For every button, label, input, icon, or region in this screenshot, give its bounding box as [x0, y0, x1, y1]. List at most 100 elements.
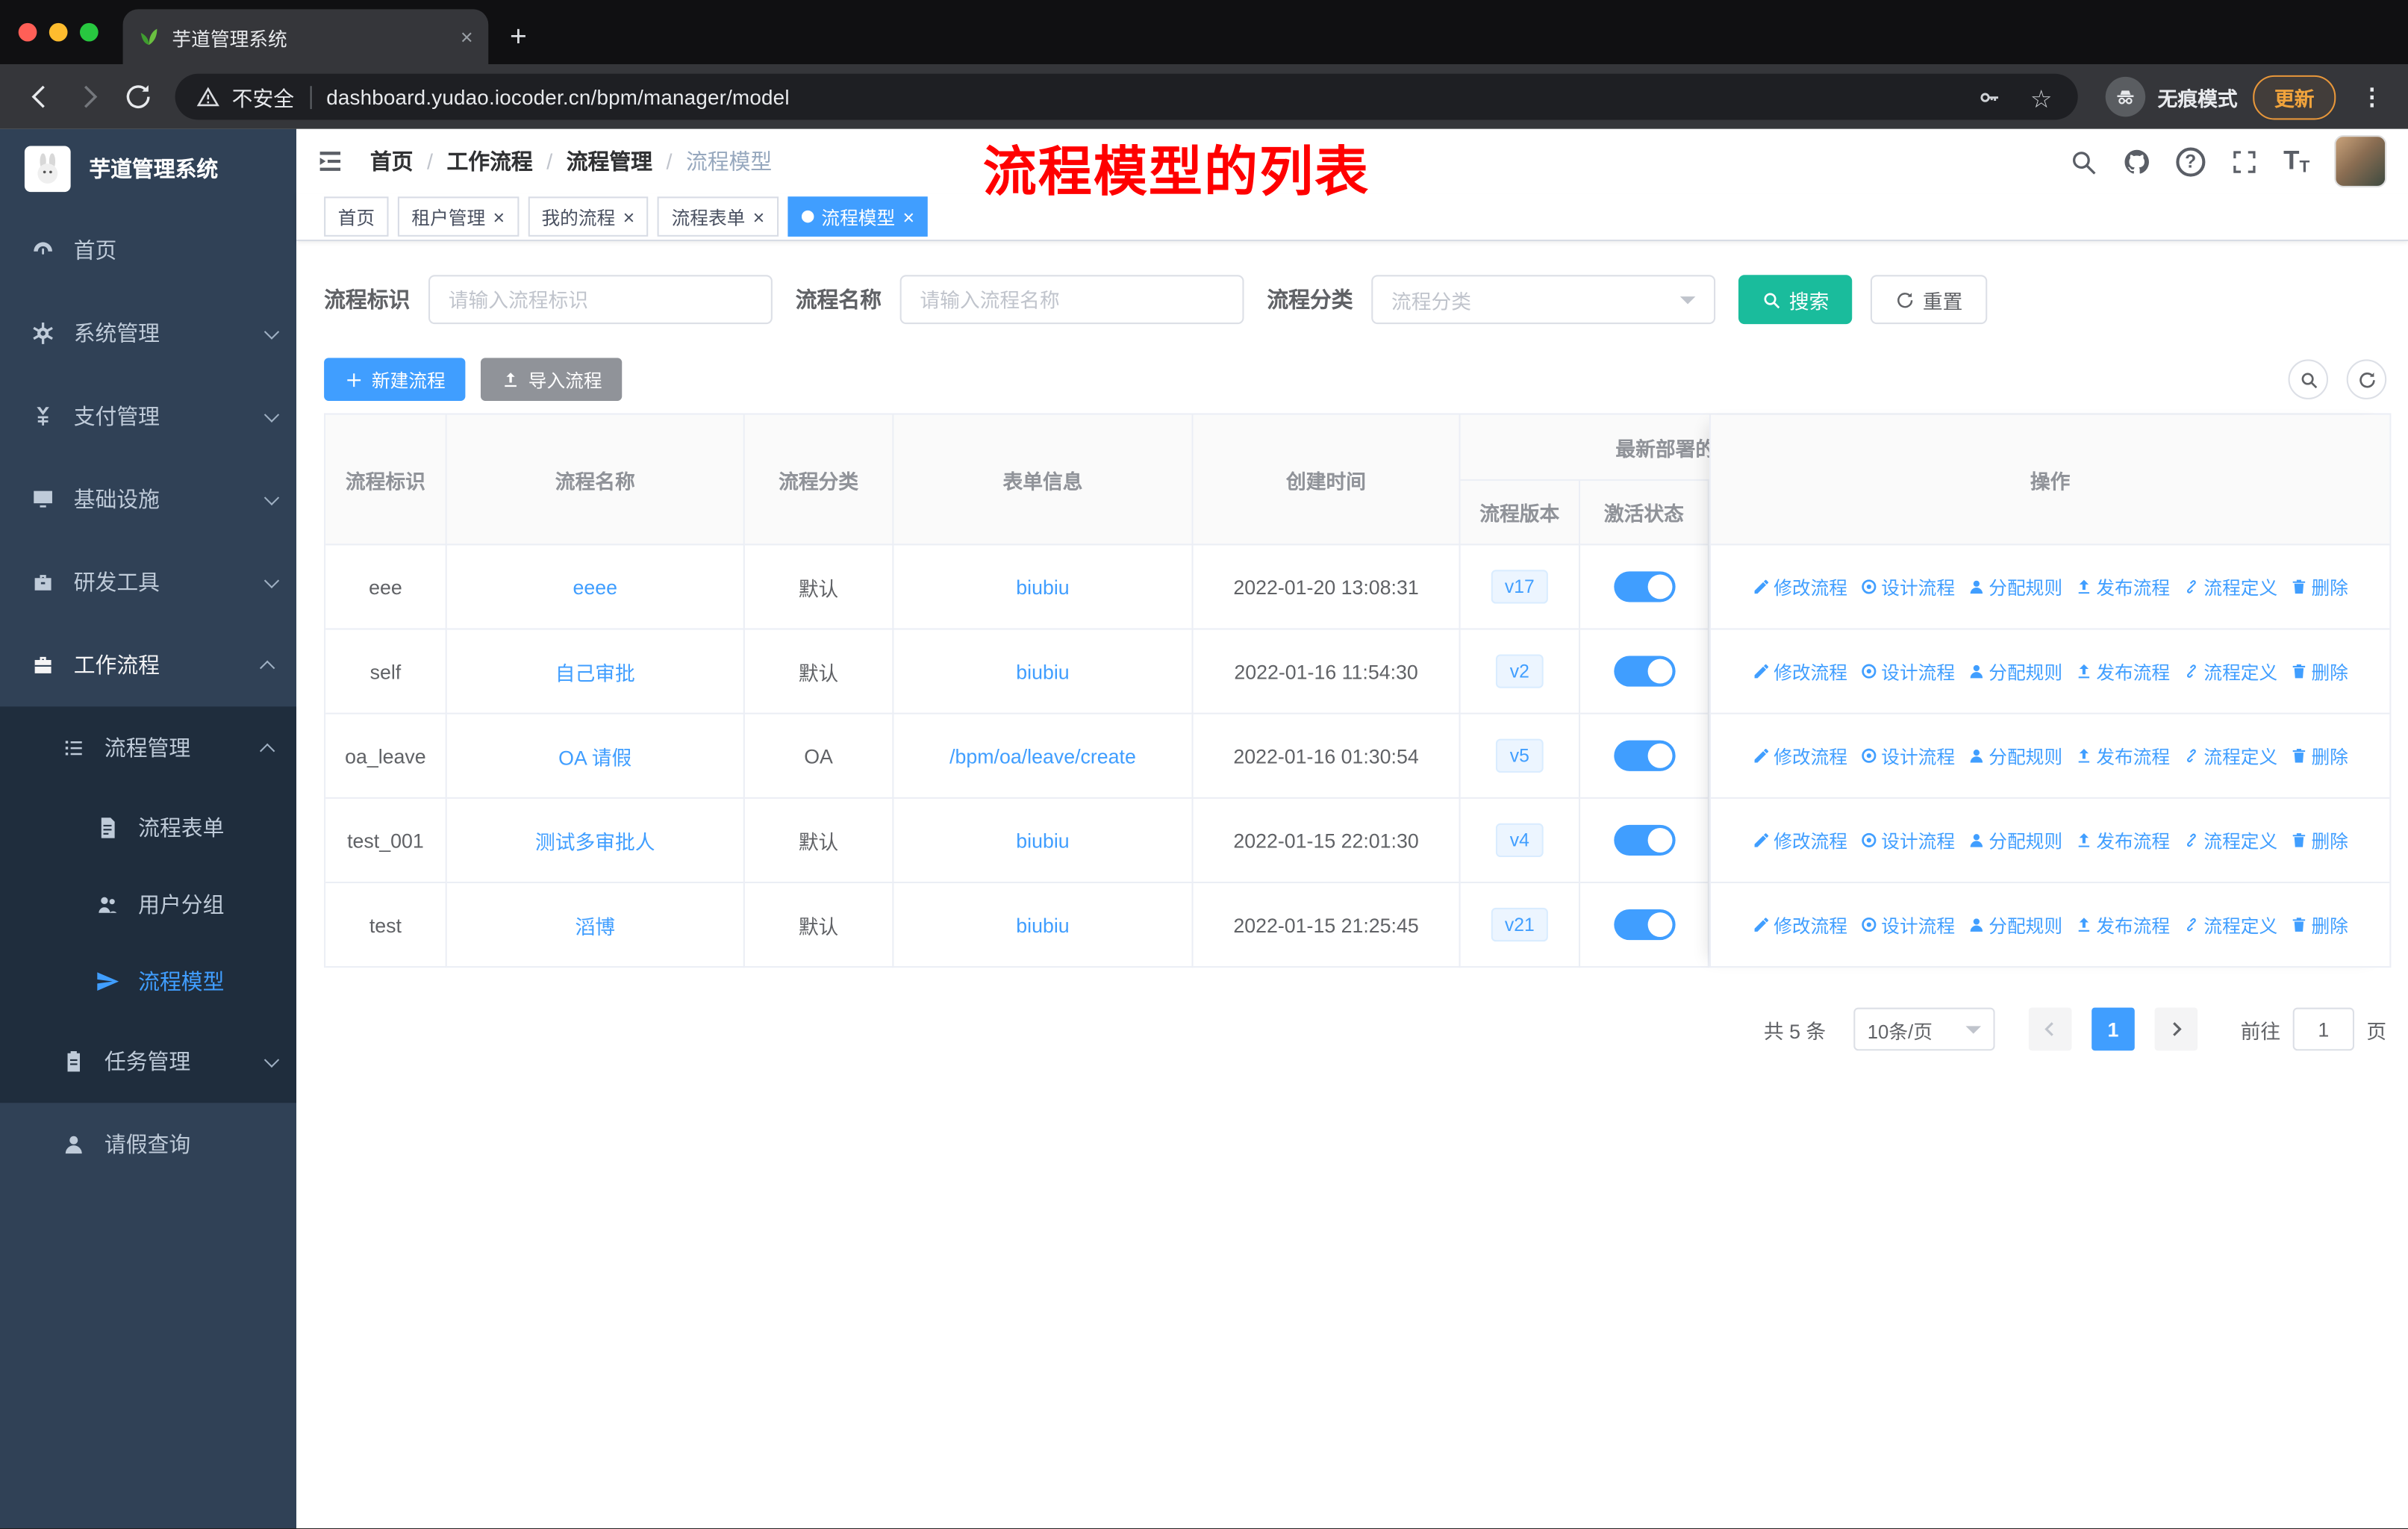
sidebar-item-devtools[interactable]: 研发工具 [0, 541, 296, 623]
op-definition-link[interactable]: 流程定义 [2183, 827, 2277, 853]
op-modify-link[interactable]: 修改流程 [1752, 658, 1847, 685]
form-link[interactable]: /bpm/oa/leave/create [949, 744, 1136, 767]
new-tab-button[interactable] [510, 22, 527, 55]
sidebar-item-home[interactable]: 首页 [0, 209, 296, 292]
process-id-input[interactable] [428, 275, 773, 325]
app-logo[interactable]: 芋道管理系统 [0, 129, 296, 209]
sidebar-item-workflow[interactable]: 工作流程 [0, 623, 296, 706]
password-key-icon[interactable] [1977, 84, 2003, 110]
sidebar-item-user-group[interactable]: 用户分组 [0, 866, 296, 943]
op-definition-link[interactable]: 流程定义 [2183, 743, 2277, 769]
model-name-link[interactable]: 测试多审批人 [535, 826, 655, 855]
op-design-link[interactable]: 设计流程 [1859, 658, 1955, 685]
sidebar-item-system[interactable]: 系统管理 [0, 292, 296, 375]
help-icon[interactable] [2176, 146, 2206, 176]
browser-menu-icon[interactable] [2360, 83, 2383, 110]
close-icon[interactable] [902, 207, 914, 227]
op-assign-link[interactable]: 分配规则 [1967, 573, 2062, 600]
op-publish-link[interactable]: 发布流程 [2075, 658, 2170, 685]
breadcrumb-home[interactable]: 首页 [370, 146, 414, 176]
sidebar-toggle-icon[interactable] [315, 146, 346, 176]
op-publish-link[interactable]: 发布流程 [2075, 827, 2170, 853]
form-link[interactable]: biubiu [1016, 829, 1069, 852]
op-assign-link[interactable]: 分配规则 [1967, 912, 2062, 938]
font-size-icon[interactable] [2283, 146, 2309, 176]
browser-tab[interactable]: 芋道管理系统 [122, 9, 489, 65]
op-definition-link[interactable]: 流程定义 [2183, 912, 2277, 938]
sidebar-item-process-management[interactable]: 流程管理 [0, 706, 296, 789]
op-delete-link[interactable]: 删除 [2290, 573, 2348, 600]
op-publish-link[interactable]: 发布流程 [2075, 573, 2170, 600]
forward-icon[interactable] [74, 81, 105, 112]
active-toggle[interactable] [1613, 740, 1675, 771]
search-icon[interactable] [2068, 146, 2097, 175]
op-assign-link[interactable]: 分配规则 [1967, 827, 2062, 853]
process-name-input[interactable] [899, 275, 1244, 325]
tag-process-form[interactable]: 流程表单 [658, 196, 779, 237]
user-avatar[interactable] [2334, 135, 2387, 188]
op-modify-link[interactable]: 修改流程 [1752, 573, 1847, 600]
op-assign-link[interactable]: 分配规则 [1967, 658, 2062, 685]
sidebar-item-task-management[interactable]: 任务管理 [0, 1020, 296, 1103]
op-design-link[interactable]: 设计流程 [1859, 743, 1955, 769]
op-definition-link[interactable]: 流程定义 [2183, 658, 2277, 685]
url-bar[interactable]: 不安全 dashboard.yudao.iocoder.cn/bpm/manag… [175, 73, 2078, 120]
sidebar-item-process-model[interactable]: 流程模型 [0, 943, 296, 1020]
window-close-button[interactable] [18, 22, 37, 42]
model-name-link[interactable]: OA 请假 [558, 741, 631, 770]
search-button[interactable]: 搜索 [1738, 275, 1853, 325]
op-delete-link[interactable]: 删除 [2290, 912, 2348, 938]
breadcrumb-workflow[interactable]: 工作流程 [446, 146, 532, 176]
github-icon[interactable] [2122, 146, 2151, 175]
refresh-table-button[interactable] [2346, 359, 2387, 399]
breadcrumb-process-management[interactable]: 流程管理 [567, 146, 652, 176]
close-icon[interactable] [623, 207, 635, 227]
window-zoom-button[interactable] [79, 22, 99, 42]
form-link[interactable]: biubiu [1016, 913, 1069, 936]
security-label[interactable]: 不安全 [232, 81, 294, 112]
op-publish-link[interactable]: 发布流程 [2075, 912, 2170, 938]
process-category-select[interactable]: 流程分类 [1371, 275, 1716, 325]
goto-page-input[interactable] [2292, 1007, 2354, 1051]
reset-button[interactable]: 重置 [1870, 275, 1988, 325]
close-icon[interactable] [753, 207, 765, 227]
tag-process-model[interactable]: 流程模型 [787, 196, 929, 237]
prev-page-button[interactable] [2028, 1007, 2072, 1051]
bookmark-star-icon[interactable] [2030, 84, 2056, 110]
tag-my-process[interactable]: 我的流程 [527, 196, 649, 237]
op-modify-link[interactable]: 修改流程 [1752, 827, 1847, 853]
active-toggle[interactable] [1613, 824, 1675, 856]
import-process-button[interactable]: 导入流程 [480, 358, 623, 401]
sidebar-item-process-form[interactable]: 流程表单 [0, 790, 296, 867]
op-modify-link[interactable]: 修改流程 [1752, 743, 1847, 769]
form-link[interactable]: biubiu [1016, 660, 1069, 683]
op-assign-link[interactable]: 分配规则 [1967, 743, 2062, 769]
form-link[interactable]: biubiu [1016, 575, 1069, 598]
op-delete-link[interactable]: 删除 [2290, 827, 2348, 853]
op-delete-link[interactable]: 删除 [2290, 743, 2348, 769]
window-minimize-button[interactable] [49, 22, 68, 42]
active-toggle[interactable] [1613, 655, 1675, 687]
op-modify-link[interactable]: 修改流程 [1752, 912, 1847, 938]
tag-home[interactable]: 首页 [324, 196, 389, 237]
reload-icon[interactable] [123, 81, 154, 112]
op-design-link[interactable]: 设计流程 [1859, 573, 1955, 600]
show-search-button[interactable] [2288, 359, 2329, 399]
create-process-button[interactable]: 新建流程 [324, 358, 466, 401]
page-size-select[interactable]: 10条/页 [1853, 1007, 1995, 1051]
fullscreen-icon[interactable] [2230, 146, 2259, 175]
model-name-link[interactable]: eeee [573, 575, 617, 598]
op-design-link[interactable]: 设计流程 [1859, 827, 1955, 853]
sidebar-item-infrastructure[interactable]: 基础设施 [0, 458, 296, 541]
tag-tenant[interactable]: 租户管理 [397, 196, 519, 237]
next-page-button[interactable] [2154, 1007, 2198, 1051]
page-number-button[interactable]: 1 [2092, 1007, 2135, 1051]
sidebar-item-leave-query[interactable]: 请假查询 [0, 1103, 296, 1186]
op-delete-link[interactable]: 删除 [2290, 658, 2348, 685]
url-text[interactable]: dashboard.yudao.iocoder.cn/bpm/manager/m… [326, 85, 789, 108]
tab-close-icon[interactable] [461, 26, 473, 48]
op-publish-link[interactable]: 发布流程 [2075, 743, 2170, 769]
close-icon[interactable] [493, 207, 505, 227]
browser-update-button[interactable]: 更新 [2253, 74, 2336, 119]
back-icon[interactable] [25, 81, 55, 112]
